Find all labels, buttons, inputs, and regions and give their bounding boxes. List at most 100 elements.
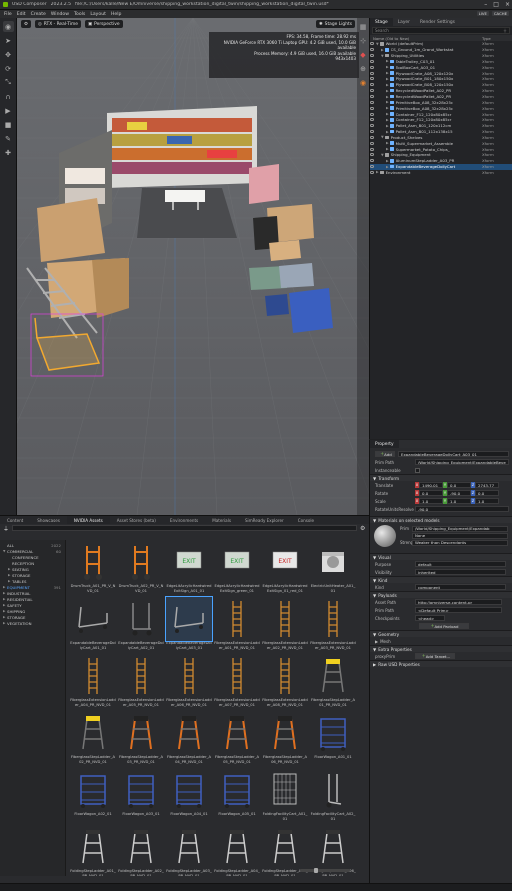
- lights-dropdown[interactable]: ✺ Stage Lights: [315, 20, 355, 28]
- tab-property[interactable]: Property: [370, 440, 399, 448]
- asset-thumbnail[interactable]: [310, 654, 356, 698]
- tab-showcases[interactable]: Showcases: [30, 516, 67, 524]
- asset-tile[interactable]: FiberglassStepLadder_A02_PR_NVD_01: [70, 711, 116, 769]
- asset-thumbnail[interactable]: EXIT: [166, 540, 212, 584]
- visibility-eye-icon[interactable]: [370, 100, 374, 104]
- strength-dropdown[interactable]: Weaker than Descendants: [412, 539, 508, 546]
- asset-tile[interactable]: FloorWagon_A05_01: [214, 768, 260, 826]
- asset-tile[interactable]: FiberglassExtensionLadder_A06_PR_NVD_01: [166, 654, 212, 712]
- scale-icon[interactable]: ⤡: [3, 77, 14, 88]
- asset-thumbnail[interactable]: [166, 654, 212, 698]
- asset-thumbnail[interactable]: [262, 654, 308, 698]
- measure-icon[interactable]: ✚: [3, 147, 14, 158]
- stage-tree-row[interactable]: ▼ World (defaultPrim) Xform: [370, 41, 512, 47]
- asset-tile[interactable]: EXIT EdgeLitAcrylicHardwiredExitSign_01_r…: [262, 540, 308, 598]
- transform-section[interactable]: ▼ Transform: [370, 474, 512, 481]
- asset-thumbnail[interactable]: [118, 654, 164, 698]
- snap-icon[interactable]: ∩: [3, 91, 14, 102]
- asset-thumbnail[interactable]: [214, 597, 260, 641]
- asset-tile[interactable]: FoldingFacilityCart_A01_01: [262, 768, 308, 826]
- visibility-eye-icon[interactable]: [370, 65, 374, 69]
- asset-thumbnail[interactable]: [214, 654, 260, 698]
- prim-name-field[interactable]: ExpandableBeverageDollyCart_A03_01: [398, 451, 509, 457]
- grid-icon[interactable]: ▦: [358, 21, 369, 32]
- tab-asset-stores[interactable]: Asset Stores (beta): [110, 516, 163, 524]
- menu-create[interactable]: Create: [31, 12, 46, 17]
- asset-tile[interactable]: FoldingStepLadder_A02_PR_NVD_01: [118, 825, 164, 876]
- visibility-eye-icon[interactable]: [370, 141, 374, 145]
- tab-stage[interactable]: Stage: [370, 18, 393, 26]
- viewport-settings-button[interactable]: ⚙: [21, 20, 31, 28]
- kind-dropdown[interactable]: component: [415, 584, 506, 590]
- asset-thumbnail[interactable]: [118, 597, 164, 641]
- rotate-y[interactable]: -90.0: [447, 490, 471, 496]
- category-item[interactable]: ▶ VEGETATION: [0, 620, 65, 626]
- asset-tile[interactable]: EXIT EdgeLitAcrylicHardwiredExitSign_A01_…: [166, 540, 212, 598]
- asset-tile[interactable]: FloorWagon_A02_01: [70, 768, 116, 826]
- filter-icon[interactable]: ⏚: [3, 524, 9, 533]
- asset-tile[interactable]: FloorWagon_A04_01: [166, 768, 212, 826]
- menu-layout[interactable]: Layout: [90, 12, 106, 17]
- visual-section[interactable]: ▼ Visual: [370, 553, 512, 560]
- asset-tile[interactable]: FiberglassStepLadder_A04_PR_NVD_01: [166, 711, 212, 769]
- menu-tools[interactable]: Tools: [74, 12, 85, 17]
- asset-tile[interactable]: FiberglassExtensionLadder_A01_PR_NVD_01: [214, 597, 260, 655]
- asset-thumbnail[interactable]: [70, 711, 116, 755]
- asset-tile[interactable]: FiberglassStepLadder_A05_PR_NVD_01: [214, 711, 260, 769]
- visibility-eye-icon[interactable]: [370, 159, 374, 163]
- asset-thumbnail[interactable]: [118, 825, 164, 869]
- scale-z[interactable]: 1.0: [475, 498, 499, 504]
- scale-x[interactable]: 1.0: [419, 498, 443, 504]
- asset-path-field[interactable]: http://omniverse-content-pr: [415, 599, 502, 605]
- instanceable-checkbox[interactable]: [415, 467, 420, 473]
- translate-y[interactable]: 0.0: [447, 482, 471, 488]
- minimize-icon[interactable]: –: [484, 1, 487, 8]
- rotate-z[interactable]: 0.0: [475, 490, 499, 496]
- payloads-section[interactable]: ▼ Payloads: [370, 591, 512, 598]
- maximize-icon[interactable]: □: [493, 1, 499, 8]
- translate-x[interactable]: 1490.01: [419, 482, 443, 488]
- cache-button[interactable]: CACHE: [491, 11, 509, 16]
- visibility-eye-icon[interactable]: [370, 89, 374, 93]
- asset-thumbnail[interactable]: [262, 768, 308, 812]
- visibility-eye-icon[interactable]: [370, 130, 374, 134]
- asset-tile[interactable]: FoldingStepLadder_A03_PR_NVD_01: [166, 825, 212, 876]
- asset-tile[interactable]: ElectricUnitHeater_A01_01: [310, 540, 356, 598]
- stage-tree-row[interactable]: ▼ Shipping_Utilities Xform: [370, 53, 512, 59]
- kind-section[interactable]: ▼ Kind: [370, 576, 512, 583]
- materials-section[interactable]: ▼ Materials on selected models: [370, 516, 512, 523]
- asset-thumbnail[interactable]: [310, 768, 356, 812]
- visibility-eye-icon[interactable]: [370, 147, 374, 151]
- asset-tile[interactable]: EXIT EdgeLitAcrylicHardwiredExitSign_gree…: [214, 540, 260, 598]
- visibility-eye-icon[interactable]: [370, 48, 374, 52]
- close-icon[interactable]: ×: [505, 1, 510, 8]
- asset-thumbnail[interactable]: [70, 768, 116, 812]
- zoom-slider-thumb[interactable]: [314, 868, 318, 873]
- translate-z[interactable]: 2743.77: [475, 482, 499, 488]
- tab-environments[interactable]: Environments: [163, 516, 205, 524]
- nvidia-menu-icon[interactable]: ◉: [2, 21, 14, 32]
- asset-tile[interactable]: FiberglassExtensionLadder_A08_PR_NVD_01: [262, 654, 308, 712]
- menu-help[interactable]: Help: [111, 12, 121, 17]
- visibility-eye-icon[interactable]: [370, 106, 374, 110]
- asset-thumbnail[interactable]: [118, 768, 164, 812]
- rotate-order-field[interactable]: -90.0: [415, 506, 509, 512]
- asset-thumbnail[interactable]: [310, 825, 356, 869]
- asset-thumbnail[interactable]: [310, 540, 356, 584]
- scale-y[interactable]: 1.0: [447, 498, 471, 504]
- asset-tile[interactable]: DrumTruck_A02_PR_V_NVD_01: [118, 540, 164, 598]
- visibility-eye-icon[interactable]: [370, 165, 374, 169]
- stage-tree-row[interactable]: ▶ Environment Xform: [370, 170, 512, 176]
- stop-icon[interactable]: ■: [3, 119, 14, 130]
- stage-tree-row[interactable]: ▼ Shipping_Equipment Xform: [370, 152, 512, 158]
- visibility-eye-icon[interactable]: [370, 124, 374, 128]
- asset-thumbnail[interactable]: [310, 711, 356, 755]
- asset-thumbnail[interactable]: [166, 711, 212, 755]
- material-dropdown[interactable]: None: [412, 532, 508, 539]
- prim-path-field[interactable]: /World/Shipping_Equipment/ExpandableBeve: [415, 459, 509, 465]
- tab-render-settings[interactable]: Render Settings: [415, 18, 460, 26]
- asset-tile[interactable]: FloorWagon_A01_01: [310, 711, 356, 769]
- asset-thumbnail[interactable]: [70, 654, 116, 698]
- col-type[interactable]: Type: [482, 36, 512, 41]
- asset-tile[interactable]: FoldingStepLadder_A01_PR_NVD_01: [70, 825, 116, 876]
